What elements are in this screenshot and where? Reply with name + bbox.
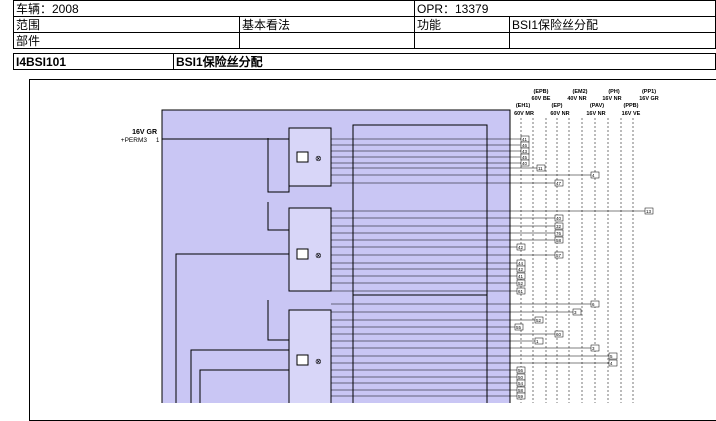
supply-signal-label: +PERM3 bbox=[121, 137, 148, 144]
pin-label-7: 47 bbox=[556, 181, 562, 186]
pin-label-32: 58 bbox=[518, 388, 524, 393]
fuse-module-3: ⊗ bbox=[288, 309, 332, 403]
svg-text:⊗: ⊗ bbox=[315, 251, 322, 260]
pin-label-31: 54 bbox=[518, 381, 524, 386]
conn-pp1-spec: 16V GR bbox=[639, 96, 659, 102]
pin-label-18: 52 bbox=[518, 281, 524, 286]
pin-label-13: 42 bbox=[518, 245, 524, 250]
fuse-module-1: ⊗ bbox=[288, 127, 332, 187]
bsi-unit-box bbox=[161, 109, 511, 403]
conn-em2-name: (EM2) bbox=[573, 89, 588, 95]
pin-label-24: 60 bbox=[556, 332, 562, 337]
pin-label-12: 58 bbox=[556, 238, 562, 243]
pin-label-8: 13 bbox=[646, 209, 652, 214]
wiring-diagram: ⊗ ⊗ ⊗ 16V GR +PERM3 1 (EPB) 60V BE (EM2)… bbox=[121, 89, 659, 403]
pin-label-33: 59 bbox=[518, 394, 524, 399]
conn-pp1-name: (PP1) bbox=[642, 89, 656, 95]
pin-label-4: 40 bbox=[522, 161, 528, 166]
supply-pin: 1 bbox=[156, 138, 160, 144]
pin-label-14: 57 bbox=[556, 253, 562, 258]
conn-epb-name: (EPB) bbox=[534, 89, 549, 95]
conn-ep-name: (EP) bbox=[552, 103, 563, 109]
pin-label-2: 43 bbox=[522, 149, 528, 154]
conn-epb-spec: 60V BE bbox=[532, 96, 551, 102]
conn-pav-spec: 16V NR bbox=[586, 111, 605, 117]
conn-eh1-spec: 60V MR bbox=[514, 111, 534, 117]
pin-label-22: 52 bbox=[536, 318, 542, 323]
conn-ph-spec: 16V NR bbox=[602, 96, 621, 102]
conn-ep-spec: 60V NR bbox=[550, 111, 569, 117]
conn-ph-name: (PH) bbox=[608, 89, 619, 95]
pin-label-17: 41 bbox=[518, 274, 524, 279]
svg-text:⊗: ⊗ bbox=[315, 154, 322, 163]
pin-label-3: 45 bbox=[522, 155, 528, 160]
conn-ppb-spec: 16V VE bbox=[622, 111, 641, 117]
connector-header-top: (EPB) 60V BE (EM2) 40V NR (PH) 16V NR (P… bbox=[532, 89, 659, 102]
svg-text:⊗: ⊗ bbox=[315, 357, 322, 366]
pin-label-10: 32 bbox=[556, 224, 562, 229]
pin-label-19: 61 bbox=[518, 289, 524, 294]
pin-label-1: 46 bbox=[522, 143, 528, 148]
conn-pav-name: (PAV) bbox=[590, 103, 604, 109]
pin-label-30: 50 bbox=[518, 375, 524, 380]
conn-ppb-name: (PPB) bbox=[624, 103, 639, 109]
pin-label-16: 42 bbox=[518, 267, 524, 272]
fuse-module-2: ⊗ bbox=[288, 207, 332, 292]
pin-label-29: 56 bbox=[518, 368, 524, 373]
pin-label-0: 41 bbox=[522, 137, 528, 142]
connector-header-mid: (EH1) 60V MR (EP) 60V NR (PAV) 16V NR (P… bbox=[514, 103, 641, 117]
pin-label-9: 40 bbox=[556, 216, 562, 221]
pin-label-23: 55 bbox=[516, 325, 522, 330]
pin-label-5: 11 bbox=[538, 166, 543, 171]
pin-labels: 4146434540114471340327658425744424152616… bbox=[514, 135, 654, 400]
pin-label-11: 76 bbox=[556, 231, 562, 236]
conn-eh1-name: (EH1) bbox=[516, 103, 531, 109]
supply-wire-label: 16V GR bbox=[132, 129, 157, 136]
pin-label-15: 44 bbox=[518, 261, 524, 266]
conn-em2-spec: 40V NR bbox=[567, 96, 586, 102]
